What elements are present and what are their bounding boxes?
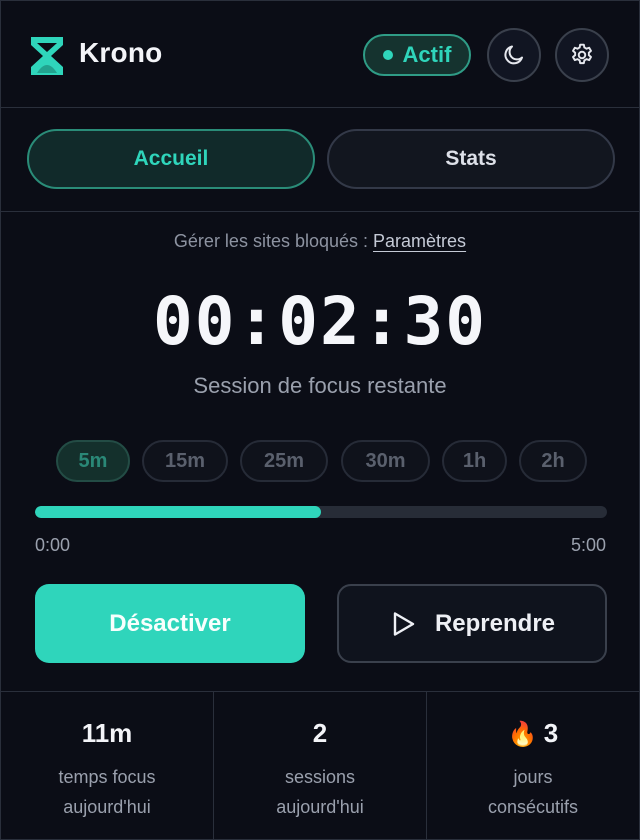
play-icon <box>393 611 415 636</box>
duration-chip-15m[interactable]: 15m <box>142 440 228 482</box>
duration-chip-30m[interactable]: 30m <box>341 440 430 482</box>
deactivate-button[interactable]: Désactiver <box>35 584 305 663</box>
blocked-sites-line: Gérer les sites bloqués : Paramètres <box>1 231 639 252</box>
resume-button[interactable]: Reprendre <box>337 584 607 663</box>
moon-icon <box>504 45 523 65</box>
timer-caption: Session de focus restante <box>193 373 447 398</box>
progress-end-label: 5:00 <box>570 535 606 555</box>
countdown-timer: 00:02:30 <box>153 283 487 360</box>
blocked-sites-text: Gérer les sites bloqués : <box>173 231 374 251</box>
header: Krono Actif <box>1 1 639 108</box>
resume-label: Reprendre <box>434 609 556 637</box>
progress-fill <box>35 506 321 518</box>
duration-chip-2h[interactable]: 2h <box>519 440 587 482</box>
flame-icon: 🔥 <box>507 721 538 748</box>
stat-label: temps focus aujourd'hui <box>1 762 213 822</box>
stat-label-line1: temps focus <box>58 767 156 787</box>
settings-link[interactable]: Paramètres <box>373 231 466 251</box>
stat-label: jours consécutifs <box>427 762 639 822</box>
tab-stats[interactable]: Stats <box>327 129 615 189</box>
stat-label-line1: jours <box>513 767 553 787</box>
status-badge[interactable]: Actif <box>363 34 471 76</box>
status-label: Actif <box>402 42 452 67</box>
tab-home[interactable]: Accueil <box>27 129 315 189</box>
settings-button[interactable] <box>555 28 609 82</box>
stat-value: 2 <box>312 718 328 748</box>
stat-label: sessions aujourd'hui <box>214 762 426 822</box>
stat-value: 11m <box>81 718 133 748</box>
status-dot <box>382 50 393 60</box>
stat-label-line2: aujourd'hui <box>63 797 151 817</box>
stat-label-line2: consécutifs <box>487 797 579 817</box>
hourglass-logo-icon <box>31 37 63 75</box>
app-name: Krono <box>79 37 163 68</box>
stat-label-line2: aujourd'hui <box>276 797 364 817</box>
theme-toggle-button[interactable] <box>487 28 541 82</box>
stats-summary: 11m temps focus aujourd'hui 2 sessions a… <box>1 691 639 840</box>
stat-value-row: 🔥 3 <box>427 718 639 749</box>
stat-label-line1: sessions <box>284 767 356 787</box>
duration-chip-5m[interactable]: 5m <box>56 440 130 482</box>
duration-chip-25m[interactable]: 25m <box>240 440 328 482</box>
progress-bar <box>35 506 607 518</box>
gear-icon <box>572 43 592 65</box>
extension-popup: Krono Actif Accueil Stats Gérer les site… <box>0 0 640 840</box>
duration-chip-1h[interactable]: 1h <box>442 440 507 482</box>
stat-value: 3 <box>543 718 559 748</box>
stat-focus-time: 11m temps focus aujourd'hui <box>1 692 213 840</box>
progress-start-label: 0:00 <box>35 535 71 555</box>
tab-bar: Accueil Stats <box>1 108 639 212</box>
stat-sessions: 2 sessions aujourd'hui <box>213 692 426 840</box>
stat-streak: 🔥 3 jours consécutifs <box>426 692 639 840</box>
